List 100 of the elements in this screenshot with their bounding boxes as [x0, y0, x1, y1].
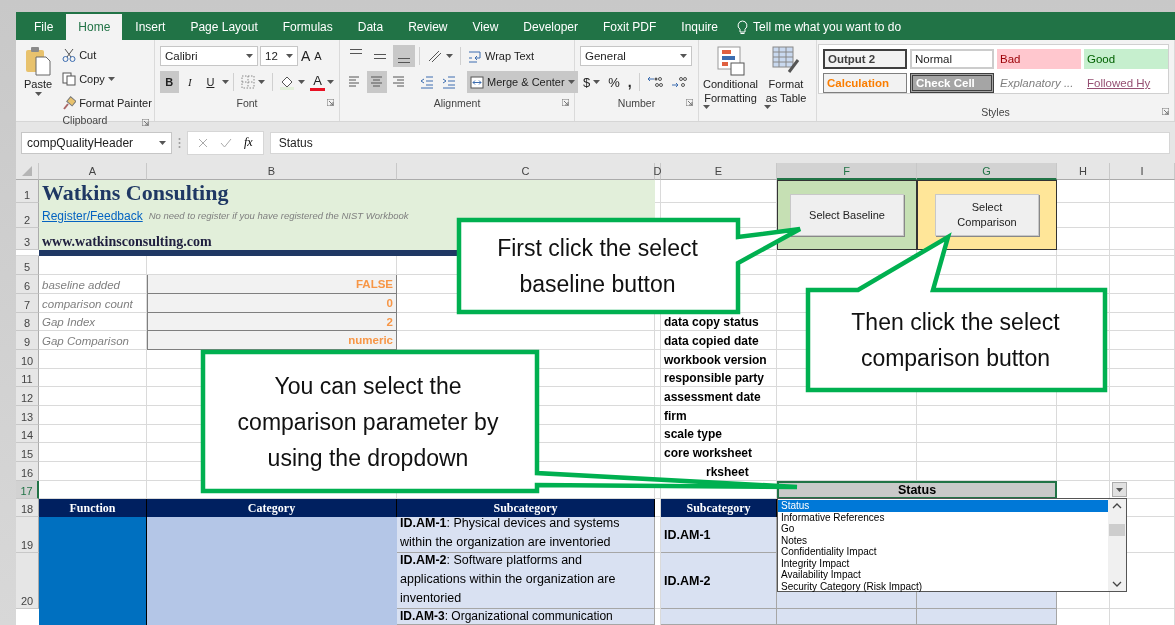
- merge-center-button[interactable]: Merge & Center: [467, 71, 578, 93]
- format-painter-button[interactable]: Format Painter: [59, 92, 155, 114]
- bold-button[interactable]: B: [160, 71, 179, 93]
- column-header[interactable]: G: [917, 163, 1057, 180]
- dropdown-option[interactable]: Status: [778, 500, 1108, 512]
- ribbon-tab[interactable]: Home: [66, 14, 123, 40]
- column-header[interactable]: A: [39, 163, 147, 180]
- row-header[interactable]: 15: [16, 443, 39, 462]
- row-header[interactable]: 16: [16, 462, 39, 481]
- insert-function-button[interactable]: fx: [244, 135, 253, 150]
- column-header[interactable]: F: [777, 163, 917, 180]
- macro-button[interactable]: Select Comparison: [935, 194, 1039, 236]
- row-header[interactable]: 6: [16, 275, 39, 294]
- shrink-font-button[interactable]: A: [313, 45, 323, 67]
- column-header[interactable]: E: [661, 163, 777, 180]
- dropdown-option[interactable]: Informative References: [778, 511, 1108, 523]
- formula-field[interactable]: Status: [269, 131, 1170, 154]
- caret-icon: [159, 140, 166, 145]
- cell-style-option[interactable]: Bad: [997, 49, 1081, 69]
- ribbon-tab[interactable]: Page Layout: [178, 14, 270, 40]
- row-header[interactable]: 11: [16, 369, 39, 387]
- row-header[interactable]: 8: [16, 313, 39, 331]
- row-header[interactable]: 2: [16, 203, 39, 228]
- search-field[interactable]: Tell me what you want to do: [737, 14, 902, 40]
- row-header[interactable]: 19: [16, 517, 39, 553]
- ribbon-tab[interactable]: Foxit PDF: [591, 14, 669, 40]
- copy-button[interactable]: Copy: [59, 68, 155, 90]
- grow-font-button[interactable]: A: [300, 45, 312, 67]
- dropdown-option[interactable]: Security Category (Risk Impact): [778, 580, 1108, 592]
- cell-style-option[interactable]: Output 2: [823, 49, 907, 69]
- launcher-icon[interactable]: [1162, 108, 1169, 115]
- check-icon[interactable]: [220, 137, 232, 148]
- cell-style-option[interactable]: Followed Hy: [1084, 73, 1168, 93]
- ribbon-tab[interactable]: Inquire: [669, 14, 731, 40]
- italic-button[interactable]: I: [180, 71, 200, 93]
- column-header[interactable]: I: [1110, 163, 1175, 180]
- comma-style-button[interactable]: ,: [624, 71, 635, 93]
- cut-button[interactable]: Cut: [59, 44, 155, 66]
- format-as-table-button[interactable]: Format as Table: [761, 44, 811, 111]
- row-header[interactable]: 9: [16, 331, 39, 350]
- row-header[interactable]: 13: [16, 406, 39, 425]
- conditional-formatting-button[interactable]: Conditional Formatting: [700, 44, 762, 111]
- currency-button[interactable]: $: [580, 71, 604, 93]
- font-name-dropdown[interactable]: Calibri: [160, 46, 258, 66]
- ribbon-tab[interactable]: Insert: [123, 14, 178, 40]
- ribbon-tab[interactable]: Data: [345, 14, 396, 40]
- font-color-button[interactable]: A: [310, 73, 325, 91]
- dropdown-button[interactable]: [1112, 482, 1127, 497]
- clipboard-icon: [25, 46, 52, 76]
- row-header[interactable]: 14: [16, 425, 39, 443]
- ribbon-tab[interactable]: View: [460, 14, 511, 40]
- dropdown-option[interactable]: Go: [778, 523, 1108, 535]
- caret-icon: [34, 92, 42, 96]
- cell-style-option[interactable]: Good: [1084, 49, 1168, 69]
- name-box[interactable]: compQualityHeader: [21, 131, 172, 154]
- cell-style-option[interactable]: Normal: [910, 49, 994, 69]
- dropdown-option[interactable]: Confidentiality Impact: [778, 546, 1108, 558]
- row-header[interactable]: 5: [16, 256, 39, 275]
- cancel-icon[interactable]: [198, 137, 208, 148]
- center-align-icon: [370, 75, 384, 89]
- ribbon-tab[interactable]: Developer: [511, 14, 590, 40]
- row-header[interactable]: 20: [16, 553, 39, 609]
- dropdown-option[interactable]: Availability Impact: [778, 569, 1108, 581]
- paste-button[interactable]: Paste: [21, 44, 56, 114]
- launcher-icon[interactable]: [562, 99, 569, 106]
- launcher-icon[interactable]: [327, 99, 334, 106]
- ribbon-tab[interactable]: Review: [396, 14, 460, 40]
- comparison-header[interactable]: Status: [777, 481, 1057, 499]
- column-header[interactable]: H: [1057, 163, 1110, 180]
- chevron-up-icon[interactable]: [1112, 503, 1122, 509]
- dropdown-option[interactable]: Notes: [778, 534, 1108, 546]
- scrollbar[interactable]: [1108, 499, 1126, 591]
- scrollbar-thumb[interactable]: [1109, 524, 1125, 536]
- number-format-dropdown[interactable]: General: [580, 46, 692, 66]
- row-header[interactable]: 3: [16, 228, 39, 250]
- column-header[interactable]: B: [147, 163, 397, 180]
- row-header[interactable]: 7: [16, 294, 39, 313]
- row-header[interactable]: 1: [16, 180, 39, 203]
- wrap-text-button[interactable]: Wrap Text: [465, 45, 538, 67]
- chevron-down-icon[interactable]: [1112, 581, 1122, 587]
- launcher-icon[interactable]: [142, 119, 149, 126]
- percent-button[interactable]: %: [605, 71, 623, 93]
- macro-button[interactable]: Select Baseline: [790, 194, 904, 236]
- caret-icon: [1116, 487, 1123, 492]
- dropdown-list[interactable]: Status Informative References Go Notes Confidentiality Impact Integrity Impact Availability Impact Security Category (Risk Impact): [777, 498, 1127, 592]
- register-link[interactable]: Register/Feedback: [42, 208, 143, 223]
- row-header[interactable]: 18: [16, 499, 39, 517]
- column-header[interactable]: C: [397, 163, 655, 180]
- launcher-icon[interactable]: [686, 99, 693, 106]
- row-header[interactable]: 12: [16, 387, 39, 406]
- ribbon-tab[interactable]: Formulas: [270, 14, 345, 40]
- row-header[interactable]: 17: [16, 481, 39, 499]
- font-size-dropdown[interactable]: 12: [260, 46, 298, 66]
- row-header[interactable]: 10: [16, 350, 39, 369]
- dropdown-option[interactable]: Integrity Impact: [778, 557, 1108, 569]
- cell-style-option[interactable]: Explanatory ...: [997, 73, 1081, 93]
- underline-button[interactable]: U: [201, 71, 220, 93]
- drag-handle-icon[interactable]: [178, 136, 181, 149]
- align-bottom-button[interactable]: [393, 45, 415, 67]
- ribbon-tab[interactable]: File: [22, 14, 66, 40]
